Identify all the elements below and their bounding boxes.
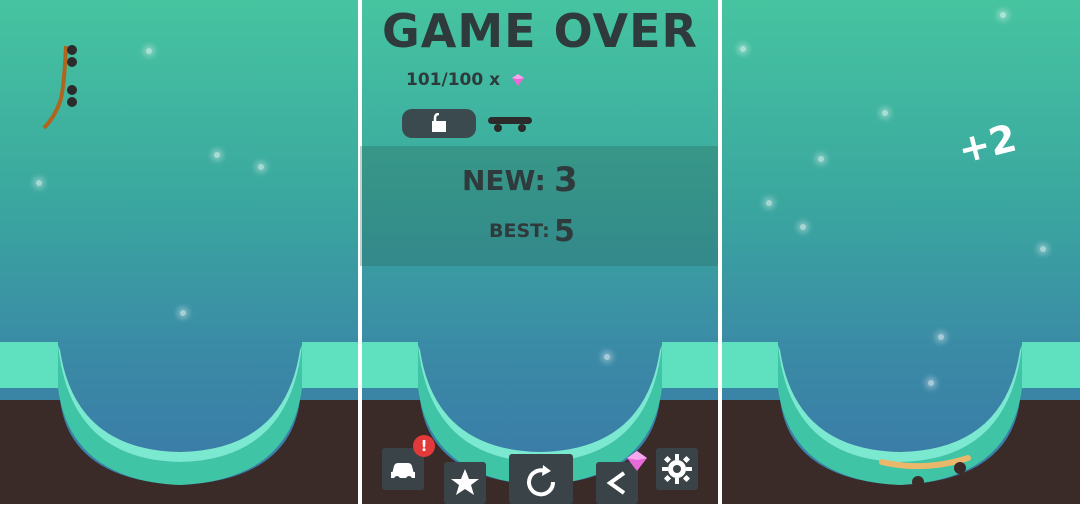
sparkle [180, 310, 186, 316]
sparkle [740, 46, 746, 52]
settings-button[interactable] [656, 448, 698, 490]
panel-divider [718, 0, 722, 504]
gem-counter: 101/100 x [406, 70, 524, 90]
best-score-value: 5 [554, 214, 575, 249]
sparkle [1000, 12, 1006, 18]
new-score-value: 3 [554, 160, 578, 200]
gear-icon [662, 454, 692, 484]
sparkle [36, 180, 42, 186]
sparkle [258, 164, 264, 170]
sparkle [604, 354, 610, 360]
new-score-label: NEW: [462, 164, 546, 197]
scene-panel-left [0, 0, 360, 504]
gem-icon [627, 451, 647, 471]
skateboard-vertical [42, 45, 77, 130]
notification-badge: ! [413, 435, 435, 457]
sparkle [146, 48, 152, 54]
skateboard [879, 455, 971, 488]
restart-icon [527, 465, 556, 497]
scene-panel-right [720, 0, 1080, 504]
halfpipe-ramp [720, 342, 1080, 504]
gem-count-text: 101/100 x [406, 70, 501, 90]
rate-button[interactable] [444, 462, 486, 504]
sparkle [882, 110, 888, 116]
game-over-title: GAME OVER [382, 4, 698, 58]
unlock-button[interactable] [402, 109, 476, 138]
sparkle [800, 224, 806, 230]
sparkle [938, 334, 944, 340]
restart-button[interactable] [509, 454, 573, 504]
sparkle [818, 156, 824, 162]
unlock-icon [432, 113, 446, 132]
sparkle [1040, 246, 1046, 252]
gem-icon [512, 74, 524, 86]
sparkle [214, 152, 220, 158]
sparkle [928, 380, 934, 386]
sparkle [766, 200, 772, 206]
skateboard-silhouette-icon [488, 117, 532, 132]
star-icon [451, 469, 479, 495]
best-score-label: BEST: [489, 220, 550, 242]
